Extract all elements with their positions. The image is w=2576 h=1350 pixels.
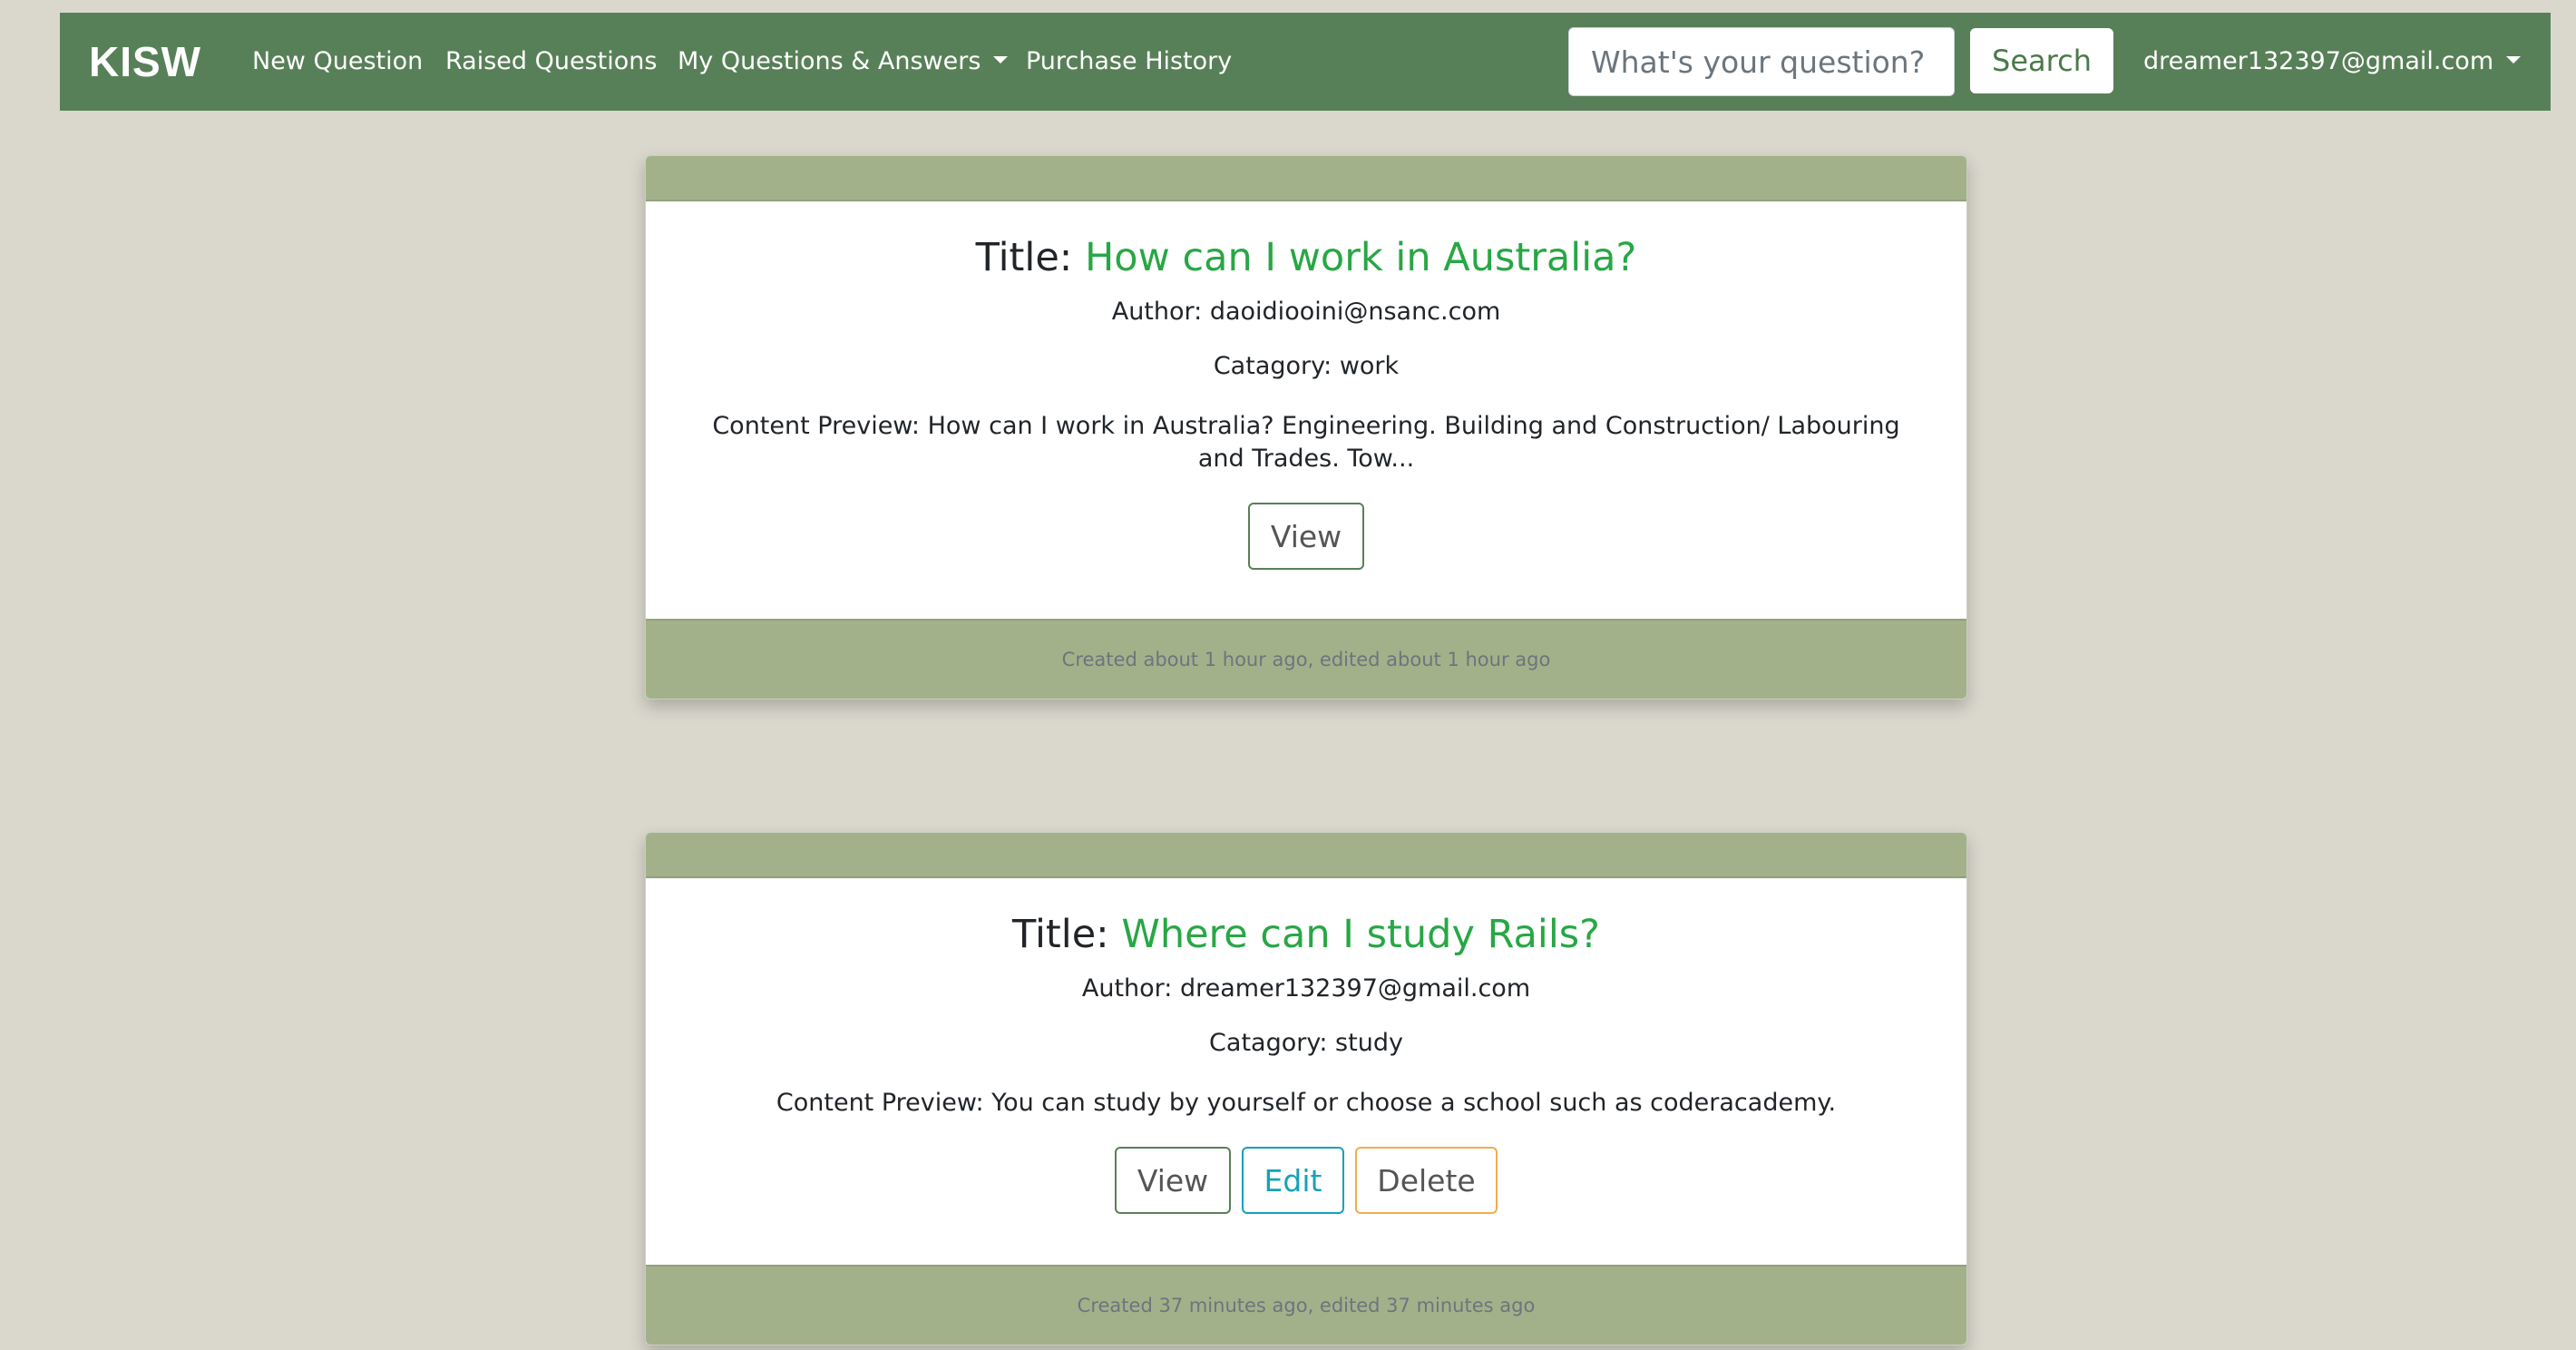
- card-body: Title: Where can I study Rails? Author: …: [646, 909, 1966, 1214]
- preview-text: How can I work in Australia? Engineering…: [927, 412, 1900, 473]
- nav-my-questions-label: My Questions & Answers: [678, 47, 981, 75]
- question-card: Title: How can I work in Australia? Auth…: [645, 155, 1967, 699]
- delete-button[interactable]: Delete: [1355, 1147, 1498, 1214]
- view-button[interactable]: View: [1115, 1147, 1231, 1214]
- question-title: Title: Where can I study Rails?: [691, 909, 1921, 960]
- preview-text: You can study by yourself or choose a sc…: [991, 1089, 1837, 1117]
- user-email: dreamer132397@gmail.com: [2143, 47, 2494, 75]
- title-prefix: Title:: [975, 235, 1073, 280]
- nav-raised-questions[interactable]: Raised Questions: [445, 44, 657, 80]
- question-title-link[interactable]: Where can I study Rails?: [1121, 912, 1600, 957]
- brand-logo[interactable]: KISW: [89, 36, 201, 87]
- chevron-down-icon: [993, 55, 1009, 64]
- card-header: [646, 156, 1966, 201]
- author-label: Author:: [1081, 974, 1173, 1003]
- question-category: Catagory: work: [691, 350, 1921, 383]
- card-footer-timestamp: Created about 1 hour ago, edited about 1…: [646, 619, 1966, 699]
- view-button[interactable]: View: [1248, 503, 1364, 570]
- card-body: Title: How can I work in Australia? Auth…: [646, 232, 1966, 570]
- nav-my-questions-dropdown[interactable]: My Questions & Answers: [678, 44, 1009, 80]
- author-value: dreamer132397@gmail.com: [1180, 974, 1531, 1003]
- question-title: Title: How can I work in Australia?: [691, 232, 1921, 283]
- question-preview: Content Preview: You can study by yourse…: [691, 1087, 1921, 1120]
- preview-label: Content Preview:: [712, 412, 921, 440]
- card-actions: View: [691, 503, 1921, 570]
- question-card: Title: Where can I study Rails? Author: …: [645, 832, 1967, 1345]
- category-value: work: [1339, 352, 1400, 380]
- author-label: Author:: [1111, 298, 1203, 326]
- card-actions: View Edit Delete: [691, 1147, 1921, 1214]
- edit-button[interactable]: Edit: [1242, 1147, 1344, 1214]
- question-author: Author: dreamer132397@gmail.com: [691, 973, 1921, 1005]
- question-category: Catagory: study: [691, 1027, 1921, 1060]
- author-value: daoidiooini@nsanc.com: [1209, 298, 1501, 326]
- category-value: study: [1335, 1029, 1403, 1057]
- top-navbar: KISW New Question Raised Questions My Qu…: [60, 13, 2551, 111]
- card-footer-timestamp: Created 37 minutes ago, edited 37 minute…: [646, 1265, 1966, 1345]
- search-input[interactable]: [1568, 27, 1955, 96]
- user-menu-dropdown[interactable]: dreamer132397@gmail.com: [2143, 44, 2522, 80]
- question-preview: Content Preview: How can I work in Austr…: [691, 410, 1921, 475]
- question-author: Author: daoidiooini@nsanc.com: [691, 296, 1921, 328]
- category-label: Catagory:: [1209, 1029, 1328, 1057]
- title-prefix: Title:: [1012, 912, 1109, 957]
- card-header: [646, 833, 1966, 878]
- nav-purchase-history[interactable]: Purchase History: [1026, 44, 1232, 80]
- question-title-link[interactable]: How can I work in Australia?: [1085, 235, 1636, 280]
- nav-new-question[interactable]: New Question: [252, 44, 423, 80]
- preview-label: Content Preview:: [776, 1089, 984, 1117]
- search-button[interactable]: Search: [1970, 28, 2113, 93]
- chevron-down-icon: [2506, 55, 2522, 64]
- category-label: Catagory:: [1213, 352, 1332, 380]
